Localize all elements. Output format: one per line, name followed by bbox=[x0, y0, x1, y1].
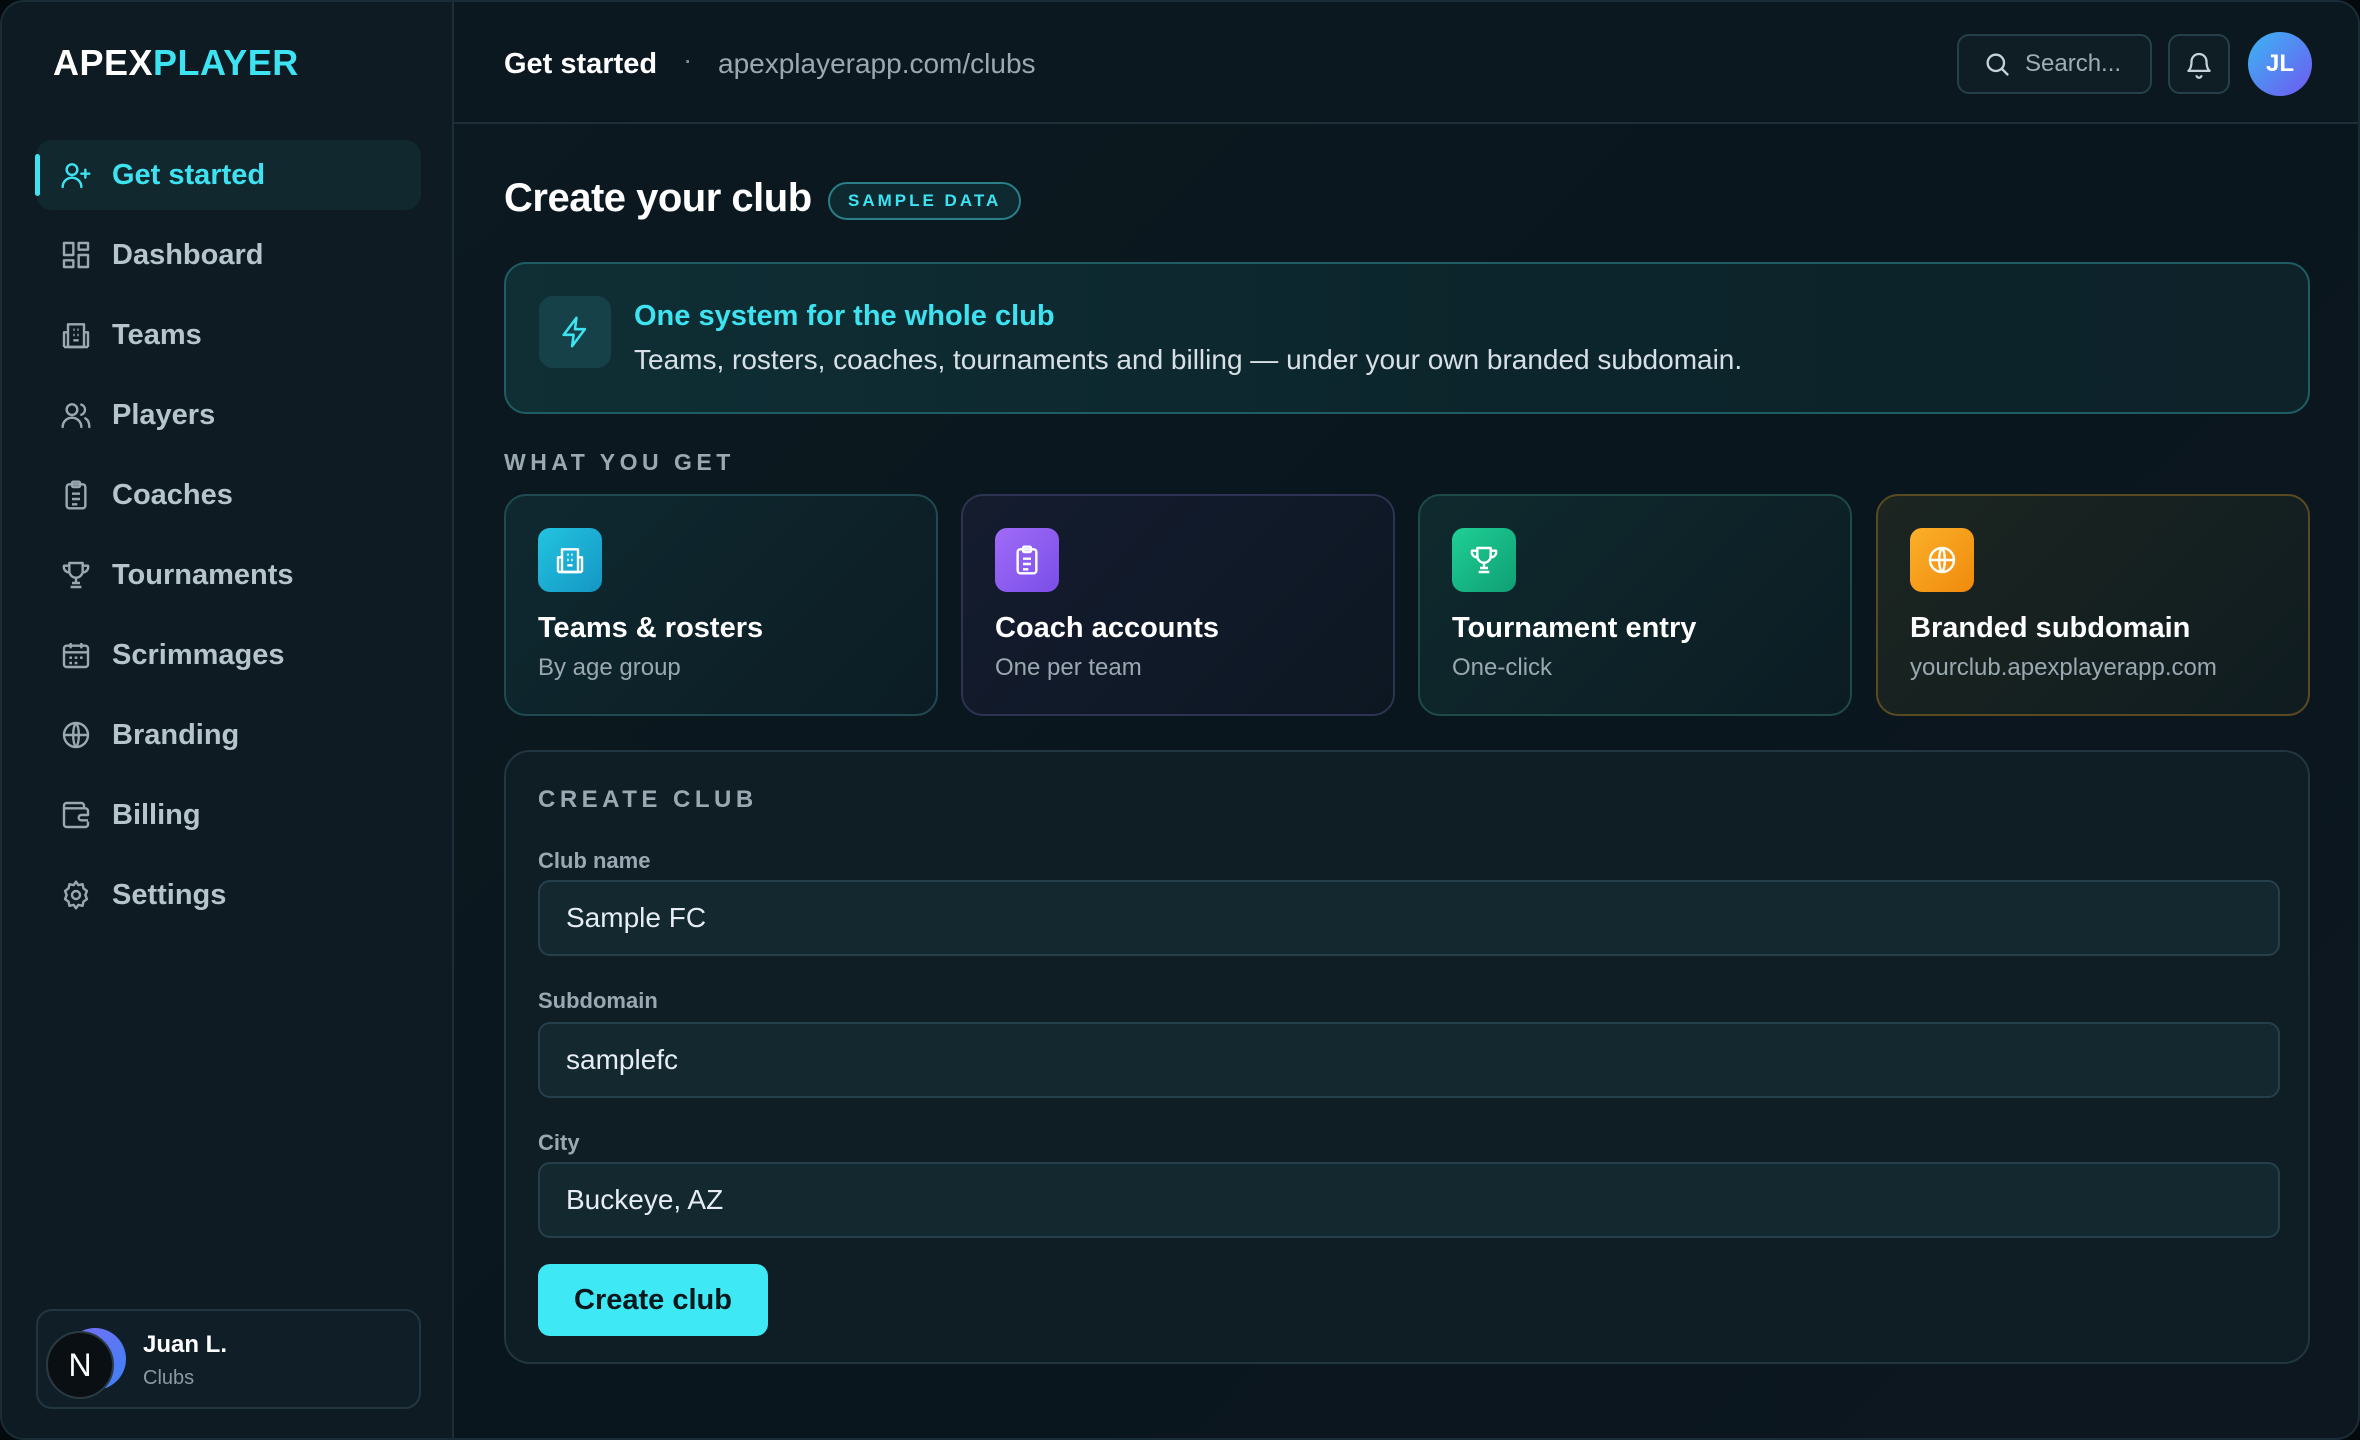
feature-card-title: Coach accounts bbox=[995, 612, 1219, 644]
sidebar-item-label: Coaches bbox=[112, 478, 233, 511]
breadcrumb-url: apexplayerapp.com/clubs bbox=[718, 48, 1036, 79]
sidebar-item-label: Dashboard bbox=[112, 238, 264, 271]
dashboard-icon bbox=[62, 241, 90, 269]
trophy-icon bbox=[1452, 528, 1516, 592]
sidebar-item-label: Settings bbox=[112, 878, 227, 911]
globe-icon bbox=[62, 721, 90, 749]
building-icon bbox=[538, 528, 602, 592]
building-icon bbox=[62, 323, 90, 349]
feature-card-title: Branded subdomain bbox=[1910, 612, 2191, 644]
feature-card-teams-rosters: Teams & rosters By age group bbox=[504, 494, 938, 716]
sidebar-item-tournaments[interactable]: Tournaments bbox=[36, 540, 421, 610]
page-title: Create your club bbox=[504, 176, 812, 220]
create-club-form: CREATE CLUB Club name Sample FC Subdomai… bbox=[504, 750, 2310, 1364]
search-button[interactable]: Search... bbox=[1957, 34, 2152, 94]
globe-icon bbox=[1910, 528, 1974, 592]
city-label: City bbox=[538, 1130, 580, 1155]
avatar-initial: N bbox=[46, 1331, 114, 1399]
gear-icon bbox=[63, 880, 89, 910]
sidebar: APEXPLAYER Get started Dashboard Teams P… bbox=[2, 2, 454, 1438]
wallet-icon bbox=[62, 801, 90, 829]
club-name-input[interactable]: Sample FC bbox=[538, 880, 2280, 956]
form-heading: CREATE CLUB bbox=[538, 786, 758, 813]
sidebar-item-label: Teams bbox=[112, 318, 202, 351]
sidebar-item-get-started[interactable]: Get started bbox=[35, 140, 421, 210]
feature-card-subtitle: yourclub.apexplayerapp.com bbox=[1910, 654, 2217, 681]
avatar: N bbox=[46, 1325, 126, 1399]
club-name-label: Club name bbox=[538, 848, 651, 873]
breadcrumb-title: Get started bbox=[504, 48, 658, 80]
sidebar-item-dashboard[interactable]: Dashboard bbox=[36, 220, 421, 290]
sidebar-item-settings[interactable]: Settings bbox=[36, 860, 421, 930]
user-name: Juan L. bbox=[143, 1331, 228, 1358]
brand-logo-part2: PLAYER bbox=[153, 42, 299, 83]
brand-logo[interactable]: APEXPLAYER bbox=[53, 42, 299, 84]
sidebar-nav: Get started Dashboard Teams Players Coac… bbox=[35, 140, 421, 940]
sidebar-item-label: Scrimmages bbox=[112, 638, 285, 671]
info-banner: One system for the whole club Teams, ros… bbox=[504, 262, 2310, 414]
top-header: Get started · apexplayerapp.com/clubs Se… bbox=[454, 2, 2358, 124]
feature-card-coach-accounts: Coach accounts One per team bbox=[961, 494, 1395, 716]
sidebar-item-coaches[interactable]: Coaches bbox=[36, 460, 421, 530]
feature-card-branded-subdomain: Branded subdomain yourclub.apexplayerapp… bbox=[1876, 494, 2310, 716]
section-label: WHAT YOU GET bbox=[504, 449, 735, 475]
users-icon bbox=[61, 403, 91, 429]
search-icon bbox=[1986, 53, 2009, 76]
notifications-button[interactable] bbox=[2168, 34, 2230, 94]
sidebar-item-label: Tournaments bbox=[112, 558, 294, 591]
sidebar-item-scrimmages[interactable]: Scrimmages bbox=[36, 620, 421, 690]
clipboard-icon bbox=[995, 528, 1059, 592]
subdomain-input[interactable]: samplefc bbox=[538, 1022, 2280, 1098]
feature-card-tournament-entry: Tournament entry One-click bbox=[1418, 494, 1852, 716]
calendar-icon bbox=[62, 643, 90, 669]
sample-data-badge: SAMPLE DATA bbox=[828, 182, 1022, 220]
banner-description: Teams, rosters, coaches, tournaments and… bbox=[634, 344, 1743, 375]
user-profile-card[interactable]: N Juan L. Clubs bbox=[36, 1309, 421, 1409]
user-role: Clubs bbox=[143, 1367, 195, 1389]
app-window: APEXPLAYER Get started Dashboard Teams P… bbox=[0, 0, 2360, 1440]
clipboard-icon bbox=[65, 480, 87, 510]
sidebar-item-billing[interactable]: Billing bbox=[36, 780, 421, 850]
search-placeholder: Search... bbox=[2025, 50, 2122, 77]
feature-cards: Teams & rosters By age group Coach accou… bbox=[504, 494, 2310, 716]
header-avatar[interactable]: JL bbox=[2248, 32, 2312, 96]
sidebar-item-players[interactable]: Players bbox=[36, 380, 421, 450]
feature-card-subtitle: One per team bbox=[995, 654, 1142, 681]
feature-card-title: Teams & rosters bbox=[538, 612, 764, 644]
sidebar-item-label: Get started bbox=[112, 158, 266, 191]
sidebar-item-branding[interactable]: Branding bbox=[36, 700, 421, 770]
breadcrumb-separator: · bbox=[683, 44, 693, 75]
feature-card-subtitle: By age group bbox=[538, 654, 681, 681]
banner-title: One system for the whole club bbox=[634, 300, 1055, 332]
main-content: Create your club SAMPLE DATA One system … bbox=[454, 124, 2358, 1438]
feature-card-subtitle: One-click bbox=[1452, 654, 1553, 681]
sidebar-item-label: Players bbox=[112, 398, 216, 431]
bell-icon bbox=[2187, 52, 2211, 79]
sidebar-item-label: Billing bbox=[112, 798, 201, 831]
user-plus-icon bbox=[61, 163, 91, 189]
city-input[interactable]: Buckeye, AZ bbox=[538, 1162, 2280, 1238]
sidebar-item-label: Branding bbox=[112, 718, 240, 751]
feature-card-title: Tournament entry bbox=[1452, 612, 1697, 644]
create-club-button[interactable]: Create club bbox=[538, 1264, 768, 1336]
lightning-icon bbox=[539, 296, 611, 368]
trophy-icon bbox=[62, 561, 90, 589]
subdomain-label: Subdomain bbox=[538, 988, 658, 1013]
sidebar-item-teams[interactable]: Teams bbox=[36, 300, 421, 370]
brand-logo-part1: APEX bbox=[53, 42, 154, 83]
